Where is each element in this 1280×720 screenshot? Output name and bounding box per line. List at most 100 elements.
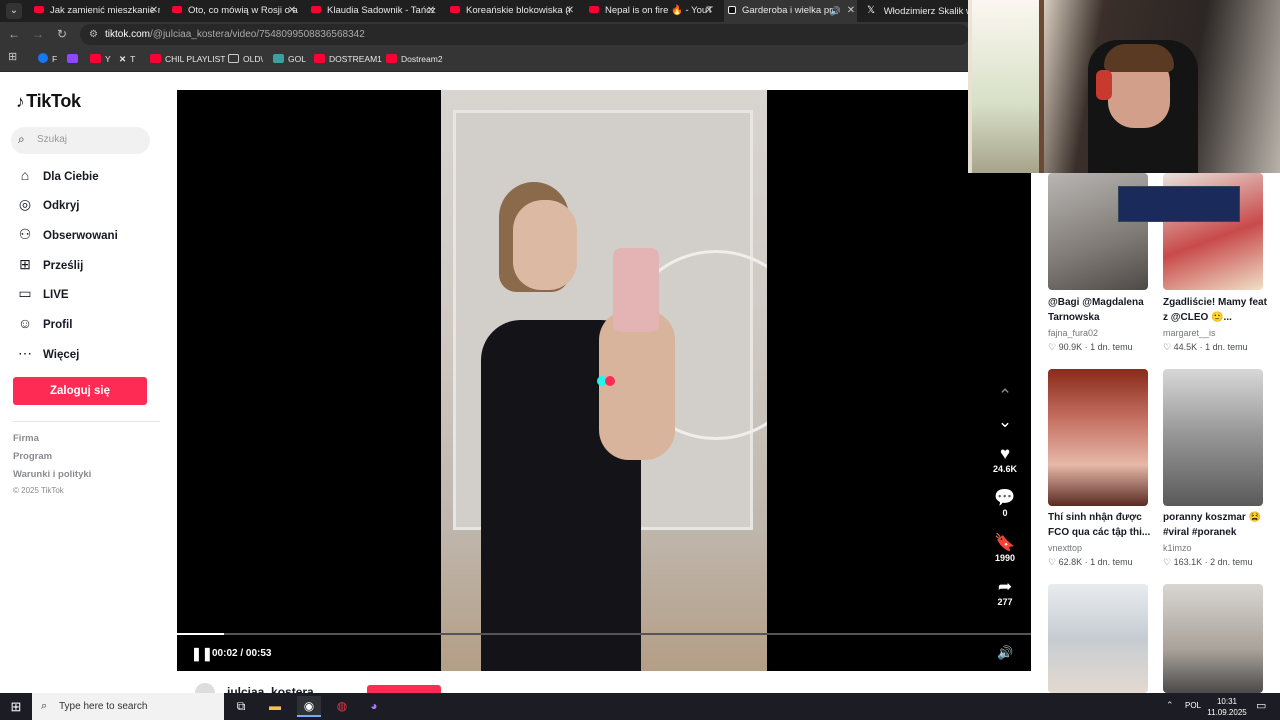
bookmark-label: DOSTREAM1 [329, 54, 382, 64]
app-button[interactable]: ◍ [330, 696, 354, 717]
youtube-icon [90, 54, 101, 63]
person-icon: ☺ [17, 315, 33, 331]
bookmark-dostream2[interactable]: Dostream2 [386, 53, 443, 66]
close-icon[interactable]: ✕ [564, 0, 576, 22]
nav-for-you[interactable]: ⌂ Dla Ciebie [16, 165, 99, 185]
tray-chevron-icon[interactable]: ⌃ [1166, 700, 1174, 711]
tv-icon: ▭ [18, 285, 32, 301]
address-bar[interactable]: ⚙ tiktok.com/@julciaa_kostera/video/7548… [80, 24, 970, 45]
close-icon[interactable]: ✕ [703, 0, 715, 22]
file-explorer-button[interactable]: ▬ [263, 696, 287, 717]
footer-link-program[interactable]: Program [13, 451, 52, 462]
nav-more[interactable]: ⋯ Więcej [16, 343, 79, 363]
url-path: /@julciaa_kostera/video/7548099508836568… [150, 29, 365, 40]
browser-tab-active[interactable]: Garderoba i wielka pr 🔊 ✕ [724, 0, 857, 22]
footer-link-company[interactable]: Firma [13, 433, 39, 444]
bookmark-twitch[interactable] [67, 53, 82, 66]
task-view-button[interactable]: ⧉ [229, 696, 253, 717]
video-title[interactable]: @Bagi @Magdalena Tarnowska [1048, 295, 1158, 325]
video-author[interactable]: fajna_fura02 [1048, 328, 1098, 338]
video-author[interactable]: k1imzo [1163, 543, 1192, 553]
bookmark-label: OLD\ [243, 54, 263, 64]
bookmark-folder-old[interactable]: OLD\ [228, 53, 263, 66]
volume-button[interactable]: 🔊 [997, 645, 1013, 661]
video-player[interactable]: ⌃ ⌄ ♥ 24.6K 💬 0 🔖 1990 ➦ 277 ❚❚ 00:02 / 00:5… [177, 90, 1031, 671]
bookmark-chil-playlist[interactable]: CHIL PLAYLIST [150, 53, 225, 66]
nav-label: Profil [43, 319, 73, 331]
url-host: tiktok.com [105, 29, 151, 40]
share-icon: ➦ [997, 577, 1013, 596]
close-icon[interactable]: ✕ [148, 0, 160, 22]
taskbar-search-input[interactable]: ⌕ Type here to search [32, 693, 224, 720]
tab-title: Garderoba i wielka pr [742, 5, 833, 16]
browser-tab[interactable]: Koreańskie blokowiska (i ✕ [446, 0, 576, 22]
nav-following[interactable]: ⚇ Obserwowani [16, 224, 118, 244]
video-author[interactable]: vnexttop [1048, 543, 1082, 553]
tab-title: Oto, co mówią w Rosji o a [188, 5, 298, 16]
heart-outline-icon: ♡ [1163, 342, 1172, 352]
browser-tab[interactable]: Oto, co mówią w Rosji o a ✕ [168, 0, 298, 22]
tiktok-logo[interactable]: ♪ TikTok [16, 91, 81, 112]
close-icon[interactable]: ✕ [286, 0, 298, 22]
pause-button[interactable]: ❚❚ [191, 646, 213, 662]
bookmark-gol[interactable]: GOL [273, 53, 306, 66]
close-icon[interactable]: ✕ [425, 0, 437, 22]
bookmark-label: Dostream2 [401, 54, 443, 64]
browser-tab[interactable]: Jak zamienić mieszkanie n ✕ [30, 0, 160, 22]
share-button[interactable]: ➦ 277 [985, 577, 1025, 607]
bookmark-dostream1[interactable]: DOSTREAM1 [314, 53, 382, 66]
next-video-button[interactable]: ⌄ [985, 412, 1025, 432]
webcam-window [972, 0, 1044, 173]
video-scene-face [513, 200, 577, 290]
login-button[interactable]: Zaloguj się [13, 377, 147, 405]
browser-tab[interactable]: Nepal is on fire 🔥 - YouT ✕ [585, 0, 715, 22]
notification-icon[interactable]: ▭ [1256, 699, 1266, 712]
previous-video-button[interactable]: ⌃ [985, 386, 1025, 406]
reload-icon[interactable]: ↻ [54, 26, 70, 42]
browser-tab[interactable]: Klaudia Sadownik - Tańcz ✕ [307, 0, 437, 22]
forward-icon[interactable]: → [30, 26, 46, 42]
video-progress-bar[interactable] [177, 633, 1031, 635]
browser-tab[interactable]: 𝕏 Włodzimierz Skalik w sej [863, 0, 968, 22]
video-title[interactable]: poranny koszmar 😫 #viral #poranek [1163, 510, 1273, 540]
video-thumbnail[interactable] [1048, 584, 1148, 693]
video-author[interactable]: margaret__is [1163, 328, 1216, 338]
input-language[interactable]: POL [1185, 701, 1201, 710]
search-input[interactable]: ⌕ Szukaj [11, 127, 150, 154]
discord-button[interactable]: ◕ [362, 696, 386, 717]
video-thumbnail[interactable] [1163, 369, 1263, 506]
clock[interactable]: 10:31 11.09.2025 [1207, 696, 1247, 718]
bookmark-facebook[interactable]: F [38, 53, 57, 66]
like-count: 62.8K [1058, 557, 1083, 567]
like-button[interactable]: ♥ 24.6K [985, 444, 1025, 474]
search-icon: ⌕ [41, 700, 48, 712]
like-count: 163.1K [1173, 557, 1203, 567]
bookmark-youtube[interactable]: Y [90, 53, 111, 66]
tiktok-note-icon: ♪ [16, 92, 25, 111]
search-icon: ⌕ [18, 132, 25, 146]
comment-button[interactable]: 💬 0 [985, 488, 1025, 518]
bookmark-x[interactable]: ✕ T [119, 53, 135, 66]
home-icon: ⌂ [20, 167, 30, 183]
back-icon[interactable]: ← [6, 26, 22, 42]
video-title[interactable]: Zgadliście! Mamy feat z @CLEO 🙂... [1163, 295, 1273, 325]
save-button[interactable]: 🔖 1990 [985, 533, 1025, 563]
apps-grid-icon[interactable]: ⊞ [8, 51, 17, 64]
youtube-icon [311, 6, 321, 14]
nav-live[interactable]: ▭ LIVE [16, 283, 68, 303]
footer-link-terms[interactable]: Warunki i polityki [13, 469, 91, 480]
site-info-icon[interactable]: ⚙ [89, 24, 98, 45]
folder-icon [228, 54, 239, 63]
chrome-button[interactable]: ◉ [297, 696, 321, 717]
nav-upload[interactable]: ⊞ Prześlij [16, 254, 83, 274]
start-button[interactable]: ⊞ [0, 693, 32, 720]
close-icon[interactable]: ✕ [845, 0, 857, 22]
video-title[interactable]: Thí sinh nhận được FCO qua các tập thi..… [1048, 510, 1158, 540]
tab-search-button[interactable]: ⌄ [6, 3, 22, 19]
video-thumbnail[interactable] [1048, 369, 1148, 506]
video-stats: ♡ 163.1K · 2 dn. temu [1163, 557, 1253, 567]
youtube-icon [314, 54, 325, 63]
nav-profile[interactable]: ☺ Profil [16, 313, 73, 333]
video-thumbnail[interactable] [1163, 584, 1263, 693]
nav-explore[interactable]: ◎ Odkryj [16, 194, 80, 214]
